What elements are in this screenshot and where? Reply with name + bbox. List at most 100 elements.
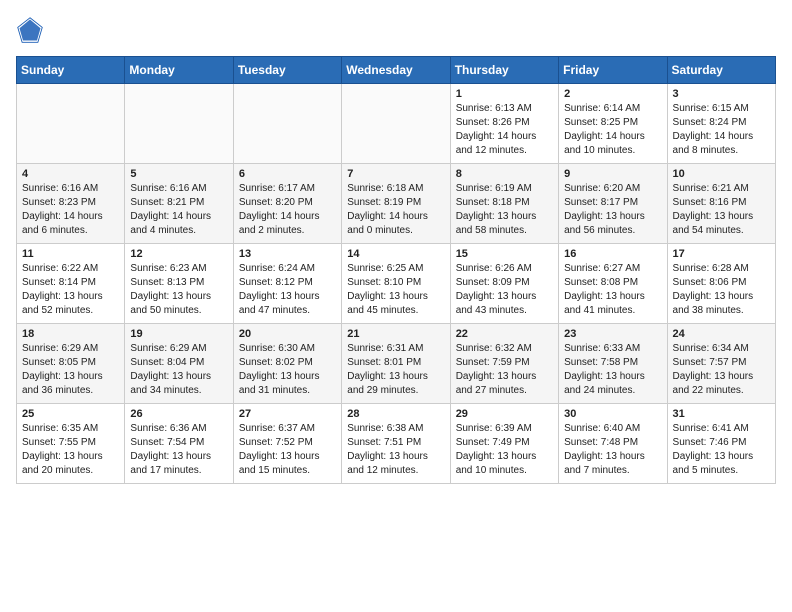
day-number: 2 <box>564 88 661 100</box>
calendar-cell: 5Sunrise: 6:16 AM Sunset: 8:21 PM Daylig… <box>125 164 233 244</box>
calendar-cell: 10Sunrise: 6:21 AM Sunset: 8:16 PM Dayli… <box>667 164 775 244</box>
calendar-cell: 27Sunrise: 6:37 AM Sunset: 7:52 PM Dayli… <box>233 404 341 484</box>
day-number: 19 <box>130 328 227 340</box>
day-number: 31 <box>673 408 770 420</box>
calendar-cell: 13Sunrise: 6:24 AM Sunset: 8:12 PM Dayli… <box>233 244 341 324</box>
calendar-cell: 4Sunrise: 6:16 AM Sunset: 8:23 PM Daylig… <box>17 164 125 244</box>
day-number: 17 <box>673 248 770 260</box>
calendar-cell: 8Sunrise: 6:19 AM Sunset: 8:18 PM Daylig… <box>450 164 558 244</box>
day-info: Sunrise: 6:38 AM Sunset: 7:51 PM Dayligh… <box>347 422 444 478</box>
day-info: Sunrise: 6:29 AM Sunset: 8:04 PM Dayligh… <box>130 342 227 398</box>
day-info: Sunrise: 6:27 AM Sunset: 8:08 PM Dayligh… <box>564 262 661 318</box>
day-info: Sunrise: 6:26 AM Sunset: 8:09 PM Dayligh… <box>456 262 553 318</box>
day-number: 21 <box>347 328 444 340</box>
calendar-cell: 20 Sunrise: 6:30 AM Sunset: 8:02 PM Dayli… <box>233 324 341 404</box>
calendar-cell <box>233 84 341 164</box>
day-info: Sunrise: 6:14 AM Sunset: 8:25 PM Dayligh… <box>564 102 661 158</box>
calendar-cell: 17 Sunrise: 6:28 AM Sunset: 8:06 PM Dayli… <box>667 244 775 324</box>
day-info: Sunrise: 6:19 AM Sunset: 8:18 PM Dayligh… <box>456 182 553 238</box>
day-number: 1 <box>456 88 553 100</box>
day-number: 18 <box>22 328 119 340</box>
calendar-cell: 11Sunrise: 6:22 AM Sunset: 8:14 PM Dayli… <box>17 244 125 324</box>
day-header-wednesday: Wednesday <box>342 57 450 84</box>
day-number: 24 <box>673 328 770 340</box>
day-number: 3 <box>673 88 770 100</box>
calendar-cell: 1 Sunrise: 6:13 AM Sunset: 8:26 PM Daylig… <box>450 84 558 164</box>
day-info: Sunrise: 6:33 AM Sunset: 7:58 PM Dayligh… <box>564 342 661 398</box>
calendar-cell: 15 Sunrise: 6:26 AM Sunset: 8:09 PM Dayli… <box>450 244 558 324</box>
calendar-week-3: 11Sunrise: 6:22 AM Sunset: 8:14 PM Dayli… <box>17 244 776 324</box>
day-header-thursday: Thursday <box>450 57 558 84</box>
day-info: Sunrise: 6:20 AM Sunset: 8:17 PM Dayligh… <box>564 182 661 238</box>
calendar-cell: 2 Sunrise: 6:14 AM Sunset: 8:25 PM Daylig… <box>559 84 667 164</box>
logo <box>16 16 48 44</box>
header-row: SundayMondayTuesdayWednesdayThursdayFrid… <box>17 57 776 84</box>
page-header <box>16 16 776 44</box>
calendar-week-4: 18 Sunrise: 6:29 AM Sunset: 8:05 PM Dayli… <box>17 324 776 404</box>
day-info: Sunrise: 6:39 AM Sunset: 7:49 PM Dayligh… <box>456 422 553 478</box>
calendar-week-1: 1 Sunrise: 6:13 AM Sunset: 8:26 PM Daylig… <box>17 84 776 164</box>
day-info: Sunrise: 6:34 AM Sunset: 7:57 PM Dayligh… <box>673 342 770 398</box>
day-info: Sunrise: 6:13 AM Sunset: 8:26 PM Dayligh… <box>456 102 553 158</box>
logo-icon <box>16 16 44 44</box>
calendar-cell: 30 Sunrise: 6:40 AM Sunset: 7:48 PM Dayli… <box>559 404 667 484</box>
day-number: 13 <box>239 248 336 260</box>
calendar-cell <box>125 84 233 164</box>
day-info: Sunrise: 6:23 AM Sunset: 8:13 PM Dayligh… <box>130 262 227 318</box>
calendar-table: SundayMondayTuesdayWednesdayThursdayFrid… <box>16 56 776 484</box>
day-info: Sunrise: 6:16 AM Sunset: 8:23 PM Dayligh… <box>22 182 119 238</box>
day-info: Sunrise: 6:36 AM Sunset: 7:54 PM Dayligh… <box>130 422 227 478</box>
day-header-sunday: Sunday <box>17 57 125 84</box>
day-info: Sunrise: 6:41 AM Sunset: 7:46 PM Dayligh… <box>673 422 770 478</box>
day-number: 27 <box>239 408 336 420</box>
calendar-cell: 18 Sunrise: 6:29 AM Sunset: 8:05 PM Dayli… <box>17 324 125 404</box>
calendar-cell: 21 Sunrise: 6:31 AM Sunset: 8:01 PM Dayli… <box>342 324 450 404</box>
day-info: Sunrise: 6:29 AM Sunset: 8:05 PM Dayligh… <box>22 342 119 398</box>
calendar-cell: 14 Sunrise: 6:25 AM Sunset: 8:10 PM Dayli… <box>342 244 450 324</box>
day-number: 23 <box>564 328 661 340</box>
calendar-cell: 7Sunrise: 6:18 AM Sunset: 8:19 PM Daylig… <box>342 164 450 244</box>
calendar-cell: 26 Sunrise: 6:36 AM Sunset: 7:54 PM Dayli… <box>125 404 233 484</box>
day-number: 30 <box>564 408 661 420</box>
calendar-cell: 24 Sunrise: 6:34 AM Sunset: 7:57 PM Dayli… <box>667 324 775 404</box>
calendar-cell: 25 Sunrise: 6:35 AM Sunset: 7:55 PM Dayli… <box>17 404 125 484</box>
day-number: 22 <box>456 328 553 340</box>
calendar-cell: 29Sunrise: 6:39 AM Sunset: 7:49 PM Dayli… <box>450 404 558 484</box>
calendar-cell: 9 Sunrise: 6:20 AM Sunset: 8:17 PM Daylig… <box>559 164 667 244</box>
day-number: 26 <box>130 408 227 420</box>
day-number: 11 <box>22 248 119 260</box>
day-info: Sunrise: 6:28 AM Sunset: 8:06 PM Dayligh… <box>673 262 770 318</box>
calendar-cell: 22 Sunrise: 6:32 AM Sunset: 7:59 PM Dayli… <box>450 324 558 404</box>
day-header-tuesday: Tuesday <box>233 57 341 84</box>
day-info: Sunrise: 6:31 AM Sunset: 8:01 PM Dayligh… <box>347 342 444 398</box>
calendar-cell: 16Sunrise: 6:27 AM Sunset: 8:08 PM Dayli… <box>559 244 667 324</box>
calendar-cell <box>17 84 125 164</box>
day-number: 20 <box>239 328 336 340</box>
calendar-cell: 23 Sunrise: 6:33 AM Sunset: 7:58 PM Dayli… <box>559 324 667 404</box>
calendar-cell: 6 Sunrise: 6:17 AM Sunset: 8:20 PM Daylig… <box>233 164 341 244</box>
day-number: 5 <box>130 168 227 180</box>
day-info: Sunrise: 6:40 AM Sunset: 7:48 PM Dayligh… <box>564 422 661 478</box>
calendar-cell: 31 Sunrise: 6:41 AM Sunset: 7:46 PM Dayli… <box>667 404 775 484</box>
calendar-week-5: 25 Sunrise: 6:35 AM Sunset: 7:55 PM Dayli… <box>17 404 776 484</box>
calendar-cell: 19 Sunrise: 6:29 AM Sunset: 8:04 PM Dayli… <box>125 324 233 404</box>
day-info: Sunrise: 6:32 AM Sunset: 7:59 PM Dayligh… <box>456 342 553 398</box>
day-info: Sunrise: 6:21 AM Sunset: 8:16 PM Dayligh… <box>673 182 770 238</box>
day-info: Sunrise: 6:30 AM Sunset: 8:02 PM Dayligh… <box>239 342 336 398</box>
day-number: 12 <box>130 248 227 260</box>
day-number: 15 <box>456 248 553 260</box>
day-header-saturday: Saturday <box>667 57 775 84</box>
day-header-monday: Monday <box>125 57 233 84</box>
calendar-cell: 12 Sunrise: 6:23 AM Sunset: 8:13 PM Dayli… <box>125 244 233 324</box>
day-number: 9 <box>564 168 661 180</box>
calendar-cell: 28Sunrise: 6:38 AM Sunset: 7:51 PM Dayli… <box>342 404 450 484</box>
day-info: Sunrise: 6:25 AM Sunset: 8:10 PM Dayligh… <box>347 262 444 318</box>
day-header-friday: Friday <box>559 57 667 84</box>
day-number: 14 <box>347 248 444 260</box>
calendar-cell: 3Sunrise: 6:15 AM Sunset: 8:24 PM Daylig… <box>667 84 775 164</box>
day-number: 25 <box>22 408 119 420</box>
day-info: Sunrise: 6:18 AM Sunset: 8:19 PM Dayligh… <box>347 182 444 238</box>
day-info: Sunrise: 6:35 AM Sunset: 7:55 PM Dayligh… <box>22 422 119 478</box>
day-number: 6 <box>239 168 336 180</box>
day-info: Sunrise: 6:17 AM Sunset: 8:20 PM Dayligh… <box>239 182 336 238</box>
